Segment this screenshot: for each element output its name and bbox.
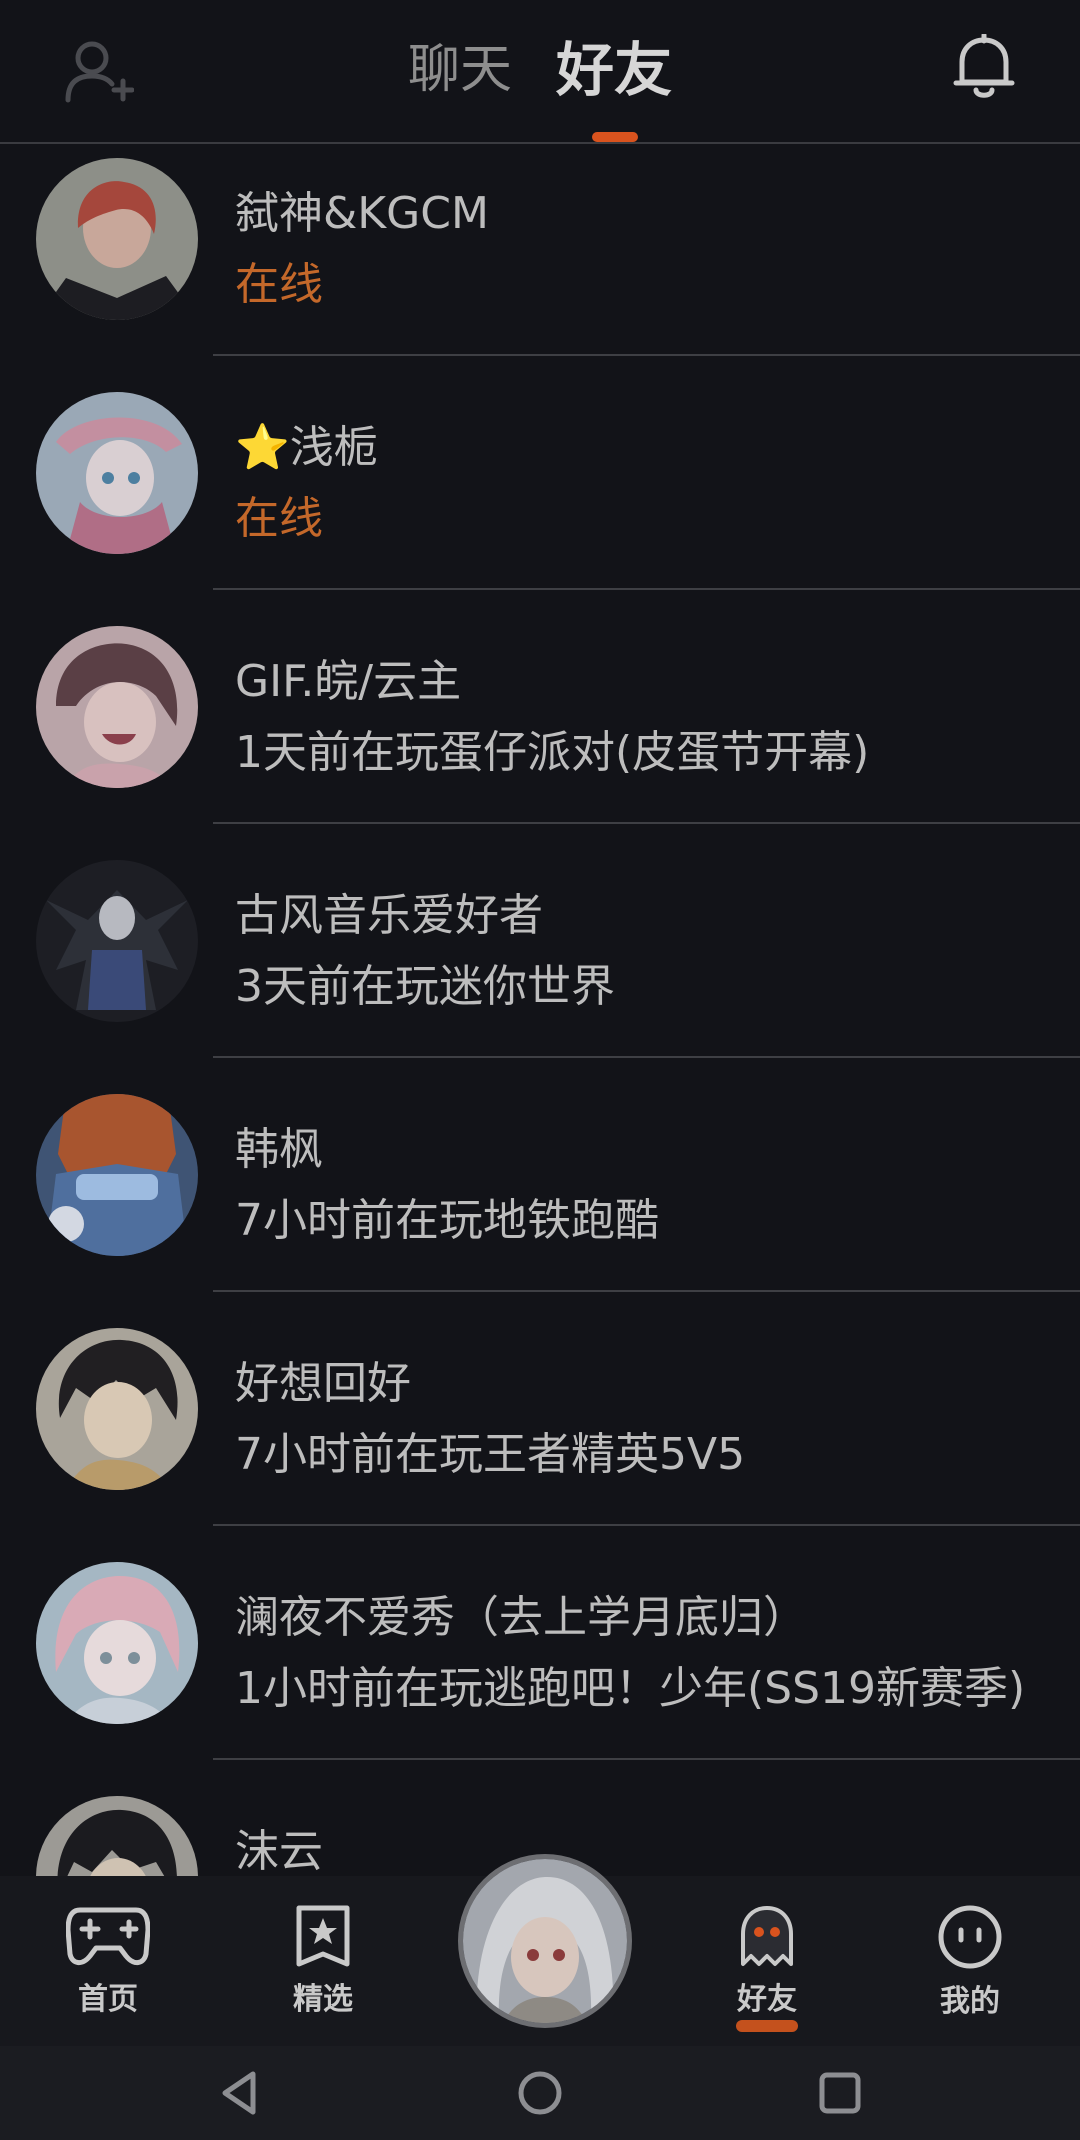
nav-label: 我的 (940, 1984, 1000, 2019)
nav-home[interactable]: 首页 (33, 1904, 183, 2034)
avatar[interactable] (36, 158, 198, 320)
friend-status: 3天前在玩迷你世界 (235, 961, 615, 1012)
system-navigation-bar (0, 2046, 1080, 2140)
friend-list: 弑神&KGCM 在线 ⭐浅栀 在线 GIF.皖/云主 1天前在玩蛋仔派对(皮蛋节… (0, 144, 1080, 1876)
nav-featured[interactable]: 精选 (248, 1904, 398, 2034)
friend-item[interactable]: ⭐浅栀 在线 (0, 378, 1080, 612)
friend-name: 韩枫 (235, 1124, 323, 1175)
avatar[interactable] (36, 626, 198, 788)
friend-item[interactable]: GIF.皖/云主 1天前在玩蛋仔派对(皮蛋节开幕) (0, 612, 1080, 846)
tab-chat[interactable]: 聊天 (408, 30, 512, 110)
friend-name: 澜夜不爱秀（去上学月底归） (235, 1592, 807, 1643)
row-divider (213, 354, 1080, 356)
home-icon[interactable] (515, 2068, 565, 2118)
friend-status: 在线 (235, 259, 323, 310)
avatar[interactable] (36, 1094, 198, 1256)
avatar[interactable] (36, 1562, 198, 1724)
friend-item[interactable]: 弑神&KGCM 在线 (0, 144, 1080, 378)
friend-item[interactable]: 澜夜不爱秀（去上学月底归） 1小时前在玩逃跑吧！少年(SS19新赛季) (0, 1548, 1080, 1782)
active-tab-indicator (592, 132, 638, 142)
friend-name: GIF.皖/云主 (235, 656, 462, 707)
friend-status: 1天前在玩蛋仔派对(皮蛋节开幕) (235, 727, 870, 778)
friend-status: 1小时前在玩逃跑吧！少年(SS19新赛季) (235, 1663, 1026, 1714)
friend-name: ⭐浅栀 (235, 422, 378, 473)
smiley-icon (938, 1905, 1002, 1969)
friend-name: 弑神&KGCM (235, 188, 489, 239)
ghost-icon (741, 1906, 793, 1966)
bottom-nav: 首页 精选 好友 我的 (0, 1854, 1080, 2046)
nav-label: 精选 (293, 1982, 353, 2017)
friend-name: 好想回好 (235, 1358, 411, 1409)
friends-screen: 聊天 好友 弑神&KGCM 在线 ⭐浅栀 在线 GIF.皖/云主 1天前在玩蛋仔… (0, 0, 1080, 2140)
back-icon[interactable] (215, 2068, 265, 2118)
tab-friends[interactable]: 好友 (556, 30, 672, 110)
top-bar: 聊天 好友 (0, 0, 1080, 144)
tab-bar: 聊天 好友 (0, 30, 1080, 110)
gamepad-icon (66, 1907, 150, 1965)
friend-item[interactable]: 韩枫 7小时前在玩地铁跑酷 (0, 1080, 1080, 1314)
row-divider (213, 1290, 1080, 1292)
star-bookmark-icon (296, 1905, 350, 1967)
recents-icon[interactable] (815, 2068, 865, 2118)
friend-name: 古风音乐爱好者 (235, 890, 543, 941)
nav-friends[interactable]: 好友 (692, 1904, 842, 2034)
nav-profile[interactable]: 我的 (895, 1904, 1045, 2034)
friend-item[interactable]: 好想回好 7小时前在玩王者精英5V5 (0, 1314, 1080, 1548)
row-divider (213, 822, 1080, 824)
center-avatar-button[interactable] (458, 1854, 632, 2028)
row-divider (213, 588, 1080, 590)
friend-item[interactable]: 古风音乐爱好者 3天前在玩迷你世界 (0, 846, 1080, 1080)
friend-name: 沫云 (235, 1826, 323, 1876)
friend-status: 在线 (235, 493, 323, 544)
friend-status: 7小时前在玩王者精英5V5 (235, 1429, 746, 1480)
nav-label: 首页 (78, 1982, 138, 2017)
avatar[interactable] (36, 392, 198, 554)
row-divider (213, 1056, 1080, 1058)
avatar[interactable] (36, 860, 198, 1022)
avatar[interactable] (36, 1796, 198, 1876)
nav-label: 好友 (737, 1982, 797, 2017)
bell-icon[interactable] (952, 32, 1016, 100)
row-divider (213, 1758, 1080, 1760)
nav-active-indicator (736, 2020, 798, 2032)
avatar[interactable] (36, 1328, 198, 1490)
row-divider (213, 1524, 1080, 1526)
friend-status: 7小时前在玩地铁跑酷 (235, 1195, 659, 1246)
